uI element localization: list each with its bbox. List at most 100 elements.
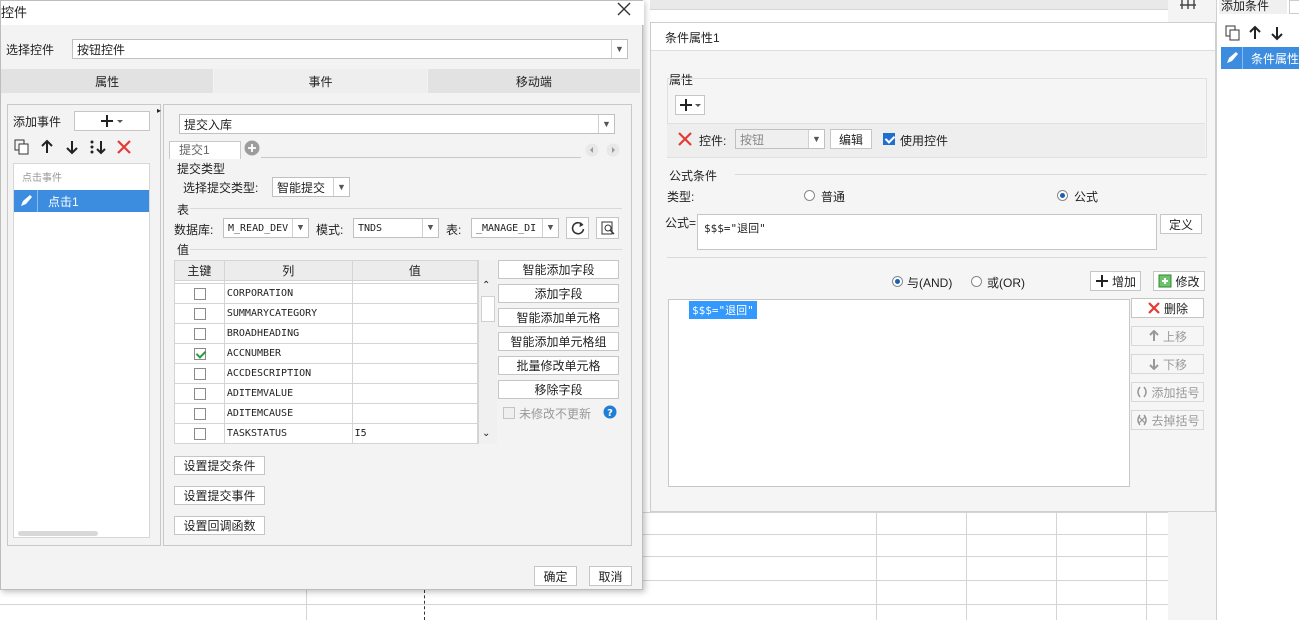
submit-setting-button[interactable]: 设置回调函数 <box>174 516 265 535</box>
submit-setting-button[interactable]: 设置提交条件 <box>174 456 265 475</box>
value-cell[interactable] <box>351 343 479 364</box>
copy-icon[interactable] <box>1225 25 1241 41</box>
table-row[interactable]: ACCNUMBER <box>174 343 479 364</box>
submit-tab[interactable]: 提交1 <box>169 141 241 159</box>
close-icon[interactable] <box>617 2 631 16</box>
table-row[interactable]: BROADHEADING <box>174 323 479 344</box>
delete-x-icon[interactable] <box>677 131 693 147</box>
key-cell[interactable] <box>174 283 225 304</box>
event-item[interactable]: 点击1 <box>14 190 149 212</box>
col-header-key[interactable]: 主键 <box>174 260 225 281</box>
delete-button[interactable]: 删除 <box>1131 298 1204 318</box>
table-scrollbar[interactable]: ⌃ ⌄ <box>478 260 497 444</box>
arrow-up-icon[interactable] <box>1247 25 1263 41</box>
action-select[interactable]: 提交入库 ▼ <box>179 114 615 134</box>
table-row[interactable]: ADITEMVALUE <box>174 383 479 404</box>
col-header-value[interactable]: 值 <box>351 260 479 281</box>
primary-key-checkbox[interactable] <box>194 328 206 340</box>
primary-key-checkbox[interactable] <box>194 308 206 320</box>
table-row[interactable]: SUMMARYCATEGORY <box>174 303 479 324</box>
col-header-column[interactable]: 列 <box>223 260 353 281</box>
key-cell[interactable] <box>174 403 225 424</box>
condition-list-item[interactable]: $$$="退回" <box>689 301 757 319</box>
scroll-thumb[interactable] <box>481 296 495 322</box>
primary-key-checkbox[interactable] <box>194 348 206 360</box>
field-action-button[interactable]: 智能添加字段 <box>498 260 619 279</box>
table-row[interactable]: ACCDESCRIPTION <box>174 363 479 384</box>
move-down-button[interactable]: 下移 <box>1131 354 1204 374</box>
and-radio[interactable] <box>892 276 903 287</box>
key-cell[interactable] <box>174 343 225 364</box>
type-formula-radio[interactable] <box>1057 190 1068 201</box>
column-cell[interactable]: SUMMARYCATEGORY <box>223 303 353 324</box>
refresh-button[interactable] <box>566 217 589 239</box>
primary-key-checkbox[interactable] <box>194 408 206 420</box>
edit-button[interactable]: 编辑 <box>830 129 872 149</box>
key-cell[interactable] <box>174 303 225 324</box>
column-cell[interactable]: ACCNUMBER <box>223 343 353 364</box>
key-cell[interactable] <box>174 423 225 444</box>
table-row[interactable]: CORPORATION <box>174 283 479 304</box>
submit-type-select[interactable]: 智能提交 ▼ <box>272 177 350 197</box>
arrow-up-icon[interactable] <box>39 139 55 155</box>
sort-down-icon[interactable] <box>89 139 107 155</box>
value-cell[interactable]: I5 <box>351 423 479 444</box>
ok-button[interactable]: 确定 <box>534 566 577 586</box>
column-cell[interactable]: TASKSTATUS <box>223 423 353 444</box>
primary-key-checkbox[interactable] <box>194 288 206 300</box>
database-select[interactable]: M_READ_DEV ▼ <box>223 218 309 238</box>
column-cell[interactable]: ADITEMVALUE <box>223 383 353 404</box>
tab-events[interactable]: 事件 <box>214 69 428 93</box>
condition-item[interactable]: 条件属性 <box>1221 47 1299 69</box>
event-list-scrollbar[interactable] <box>18 531 98 536</box>
formula-input[interactable]: $$$="退回" <box>697 214 1157 250</box>
key-cell[interactable] <box>174 383 225 404</box>
add-attr-button[interactable] <box>675 95 705 115</box>
field-action-button[interactable]: 批量修改单元格 <box>498 356 619 375</box>
scroll-up-icon[interactable]: ⌃ <box>482 280 490 291</box>
control-select[interactable]: 按钮控件 ▼ <box>72 39 628 59</box>
tab-prev-icon[interactable] <box>585 143 599 157</box>
value-cell[interactable] <box>351 323 479 344</box>
add-bracket-button[interactable]: 添加括号 <box>1131 382 1204 402</box>
no-update-checkbox[interactable] <box>503 407 515 419</box>
field-action-button[interactable]: 智能添加单元格组 <box>498 332 619 351</box>
value-cell[interactable] <box>351 383 479 404</box>
key-cell[interactable] <box>174 363 225 384</box>
delete-x-icon[interactable] <box>116 139 132 155</box>
column-cell[interactable]: ACCDESCRIPTION <box>223 363 353 384</box>
primary-key-checkbox[interactable] <box>194 428 206 440</box>
primary-key-checkbox[interactable] <box>194 388 206 400</box>
condition-list[interactable]: $$$="退回" <box>668 299 1130 487</box>
submit-setting-button[interactable]: 设置提交事件 <box>174 486 265 505</box>
right-panel-tab[interactable] <box>1289 0 1299 14</box>
value-cell[interactable] <box>351 363 479 384</box>
column-cell[interactable]: CORPORATION <box>223 283 353 304</box>
field-action-button[interactable]: 智能添加单元格 <box>498 308 619 327</box>
type-normal-radio[interactable] <box>804 190 815 201</box>
key-cell[interactable] <box>174 323 225 344</box>
value-cell[interactable] <box>351 403 479 424</box>
cancel-button[interactable]: 取消 <box>589 566 632 586</box>
use-control-checkbox[interactable] <box>883 133 895 145</box>
field-action-button[interactable]: 添加字段 <box>498 284 619 303</box>
add-button[interactable]: 增加 <box>1090 271 1141 291</box>
define-button[interactable]: 定义 <box>1160 214 1202 234</box>
preview-button[interactable] <box>596 217 619 239</box>
control-select[interactable]: 按钮 ▼ <box>735 129 825 149</box>
value-cell[interactable] <box>351 283 479 304</box>
table-row[interactable]: TASKSTATUS I5 <box>174 423 479 444</box>
add-tab-icon[interactable] <box>244 140 260 156</box>
move-up-button[interactable]: 上移 <box>1131 326 1204 346</box>
table-row[interactable]: ADITEMCAUSE <box>174 403 479 424</box>
add-event-button[interactable] <box>74 111 150 131</box>
tab-next-icon[interactable] <box>606 143 620 157</box>
or-radio[interactable] <box>971 276 982 287</box>
schema-select[interactable]: TNDS ▼ <box>353 218 439 238</box>
tab-properties[interactable]: 属性 <box>1 69 215 93</box>
value-cell[interactable] <box>351 303 479 324</box>
help-icon[interactable]: ? <box>603 405 617 419</box>
field-action-button[interactable]: 移除字段 <box>498 380 619 399</box>
arrow-down-icon[interactable] <box>64 139 80 155</box>
remove-bracket-button[interactable]: 去掉括号 <box>1131 410 1204 430</box>
